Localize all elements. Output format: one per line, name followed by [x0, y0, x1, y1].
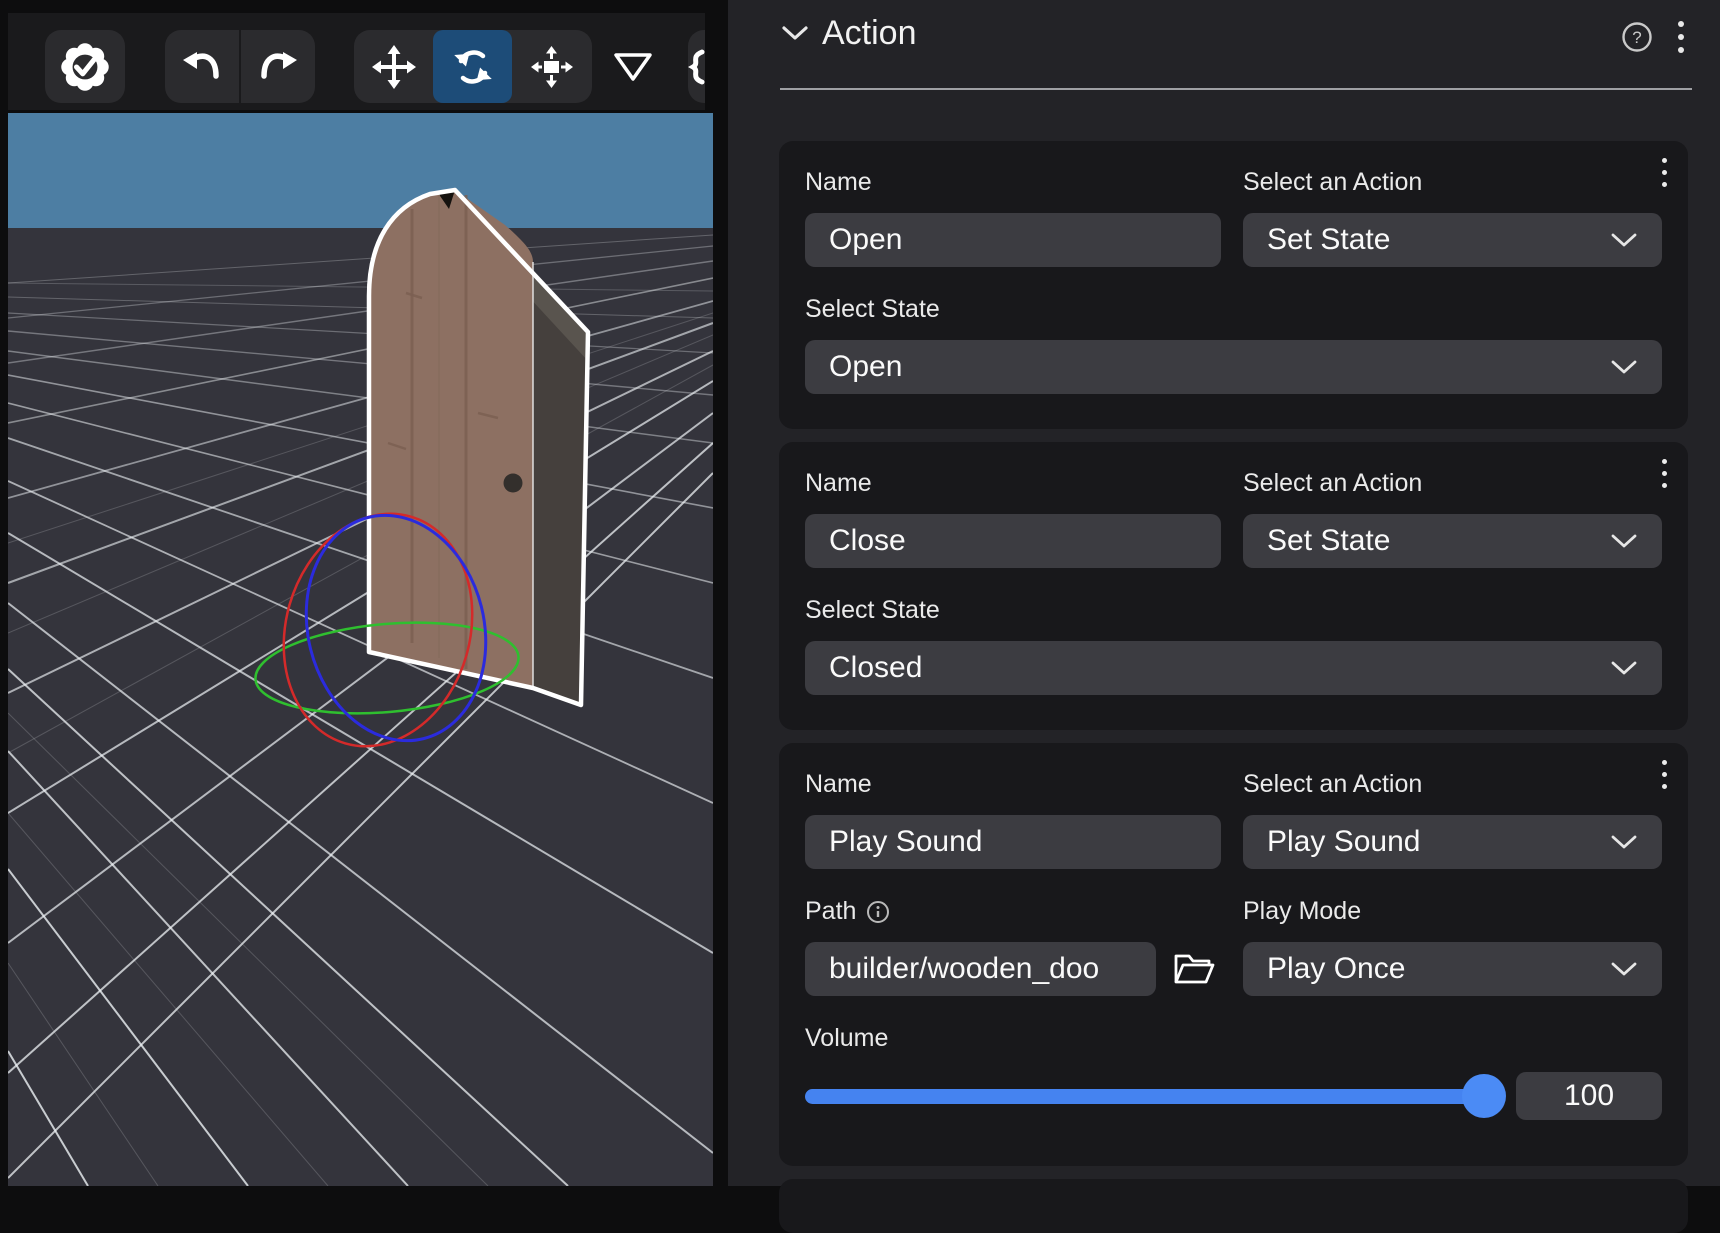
action-type-value: Play Sound [1267, 825, 1420, 859]
badge-check-button[interactable] [45, 30, 125, 103]
select-action-label: Select an Action [1243, 770, 1662, 799]
card-kebab-menu-icon[interactable] [1656, 455, 1672, 491]
volume-slider[interactable] [805, 1069, 1484, 1123]
name-label: Name [805, 469, 1221, 498]
badge-check-icon [59, 41, 111, 93]
action-name-input[interactable]: Play Sound [805, 815, 1221, 869]
move-icon [371, 44, 417, 90]
rotate-tool-button[interactable] [433, 30, 512, 103]
header-divider [780, 88, 1692, 90]
section-title: Action [822, 14, 917, 53]
undo-icon [179, 44, 225, 90]
move-tool-button[interactable] [354, 30, 433, 103]
info-icon[interactable] [866, 900, 890, 924]
3d-viewport[interactable] [0, 0, 713, 1186]
action-card-partial [779, 1179, 1688, 1233]
section-collapse-chevron-icon[interactable] [781, 24, 809, 42]
name-label: Name [805, 770, 1221, 799]
redo-button[interactable] [241, 30, 315, 103]
action-type-dropdown[interactable]: Set State [1243, 514, 1662, 568]
viewport-toolbar [8, 13, 705, 110]
card-kebab-menu-icon[interactable] [1656, 154, 1672, 190]
folder-open-icon[interactable] [1172, 947, 1216, 991]
card-kebab-menu-icon[interactable] [1656, 756, 1672, 792]
play-mode-label: Play Mode [1243, 897, 1662, 926]
sound-path-input[interactable]: builder/wooden_doo [805, 942, 1156, 996]
chevron-down-icon [1610, 961, 1638, 977]
chevron-down-icon [1610, 232, 1638, 248]
select-state-label: Select State [805, 596, 1662, 625]
play-mode-dropdown[interactable]: Play Once [1243, 942, 1662, 996]
rotate-icon [450, 44, 496, 90]
path-label: Path [805, 897, 856, 926]
volume-slider-track[interactable] [805, 1089, 1484, 1104]
scale-icon [529, 44, 575, 90]
action-type-value: Set State [1267, 223, 1390, 257]
undo-button[interactable] [165, 30, 239, 103]
scale-tool-button[interactable] [512, 30, 591, 103]
3d-scene-canvas[interactable] [8, 113, 713, 1186]
volume-slider-knob[interactable] [1462, 1074, 1506, 1118]
transform-tools-group [354, 30, 592, 103]
clipped-toolbar-button[interactable] [688, 30, 705, 103]
inspector-panel: Action ? Name Open Select an Action [728, 0, 1720, 1186]
play-mode-value: Play Once [1267, 952, 1405, 986]
name-label: Name [805, 168, 1221, 197]
action-card-play-sound: Name Play Sound Select an Action Play So… [779, 743, 1688, 1166]
state-dropdown[interactable]: Open [805, 340, 1662, 394]
volume-label: Volume [805, 1024, 1662, 1053]
history-button-group [165, 30, 315, 103]
redo-icon [255, 44, 301, 90]
triangle-down-icon [612, 51, 654, 83]
state-dropdown[interactable]: Closed [805, 641, 1662, 695]
chevron-down-icon [1610, 533, 1638, 549]
select-action-label: Select an Action [1243, 469, 1662, 498]
viewport-dropdown-toggle[interactable] [600, 30, 666, 103]
action-type-dropdown[interactable]: Set State [1243, 213, 1662, 267]
volume-value-box[interactable]: 100 [1516, 1072, 1662, 1120]
state-value: Closed [829, 651, 922, 685]
clipped-tool-icon [688, 44, 705, 90]
action-card-open: Name Open Select an Action Set State Sel… [779, 141, 1688, 429]
chevron-down-icon [1610, 834, 1638, 850]
action-section-header: Action ? [728, 0, 1720, 90]
action-type-value: Set State [1267, 524, 1390, 558]
action-card-close: Name Close Select an Action Set State Se… [779, 442, 1688, 730]
state-value: Open [829, 350, 902, 384]
select-action-label: Select an Action [1243, 168, 1662, 197]
chevron-down-icon [1610, 660, 1638, 676]
action-type-dropdown[interactable]: Play Sound [1243, 815, 1662, 869]
chevron-down-icon [1610, 359, 1638, 375]
help-icon[interactable]: ? [1620, 20, 1654, 54]
action-name-input[interactable]: Open [805, 213, 1221, 267]
action-name-input[interactable]: Close [805, 514, 1221, 568]
section-kebab-menu-icon[interactable] [1672, 20, 1690, 54]
svg-text:?: ? [1632, 28, 1641, 47]
select-state-label: Select State [805, 295, 1662, 324]
